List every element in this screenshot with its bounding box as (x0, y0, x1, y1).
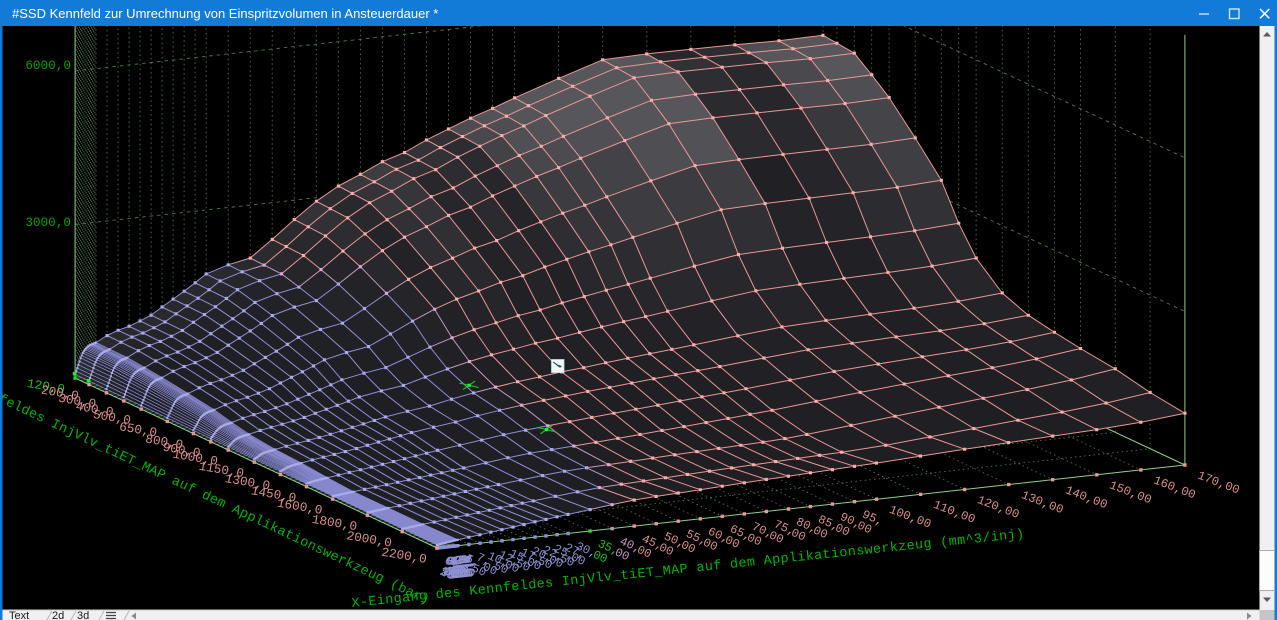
svg-text:3d: 3d (77, 610, 89, 620)
svg-text:Text: Text (9, 610, 29, 620)
svg-text:#SSD Kennfeld zur Umrechnung v: #SSD Kennfeld zur Umrechnung von Einspri… (12, 6, 438, 21)
svg-text:2d: 2d (52, 610, 64, 620)
svg-text:6000,0: 6000,0 (25, 58, 71, 73)
svg-text:3000,0: 3000,0 (25, 215, 71, 230)
